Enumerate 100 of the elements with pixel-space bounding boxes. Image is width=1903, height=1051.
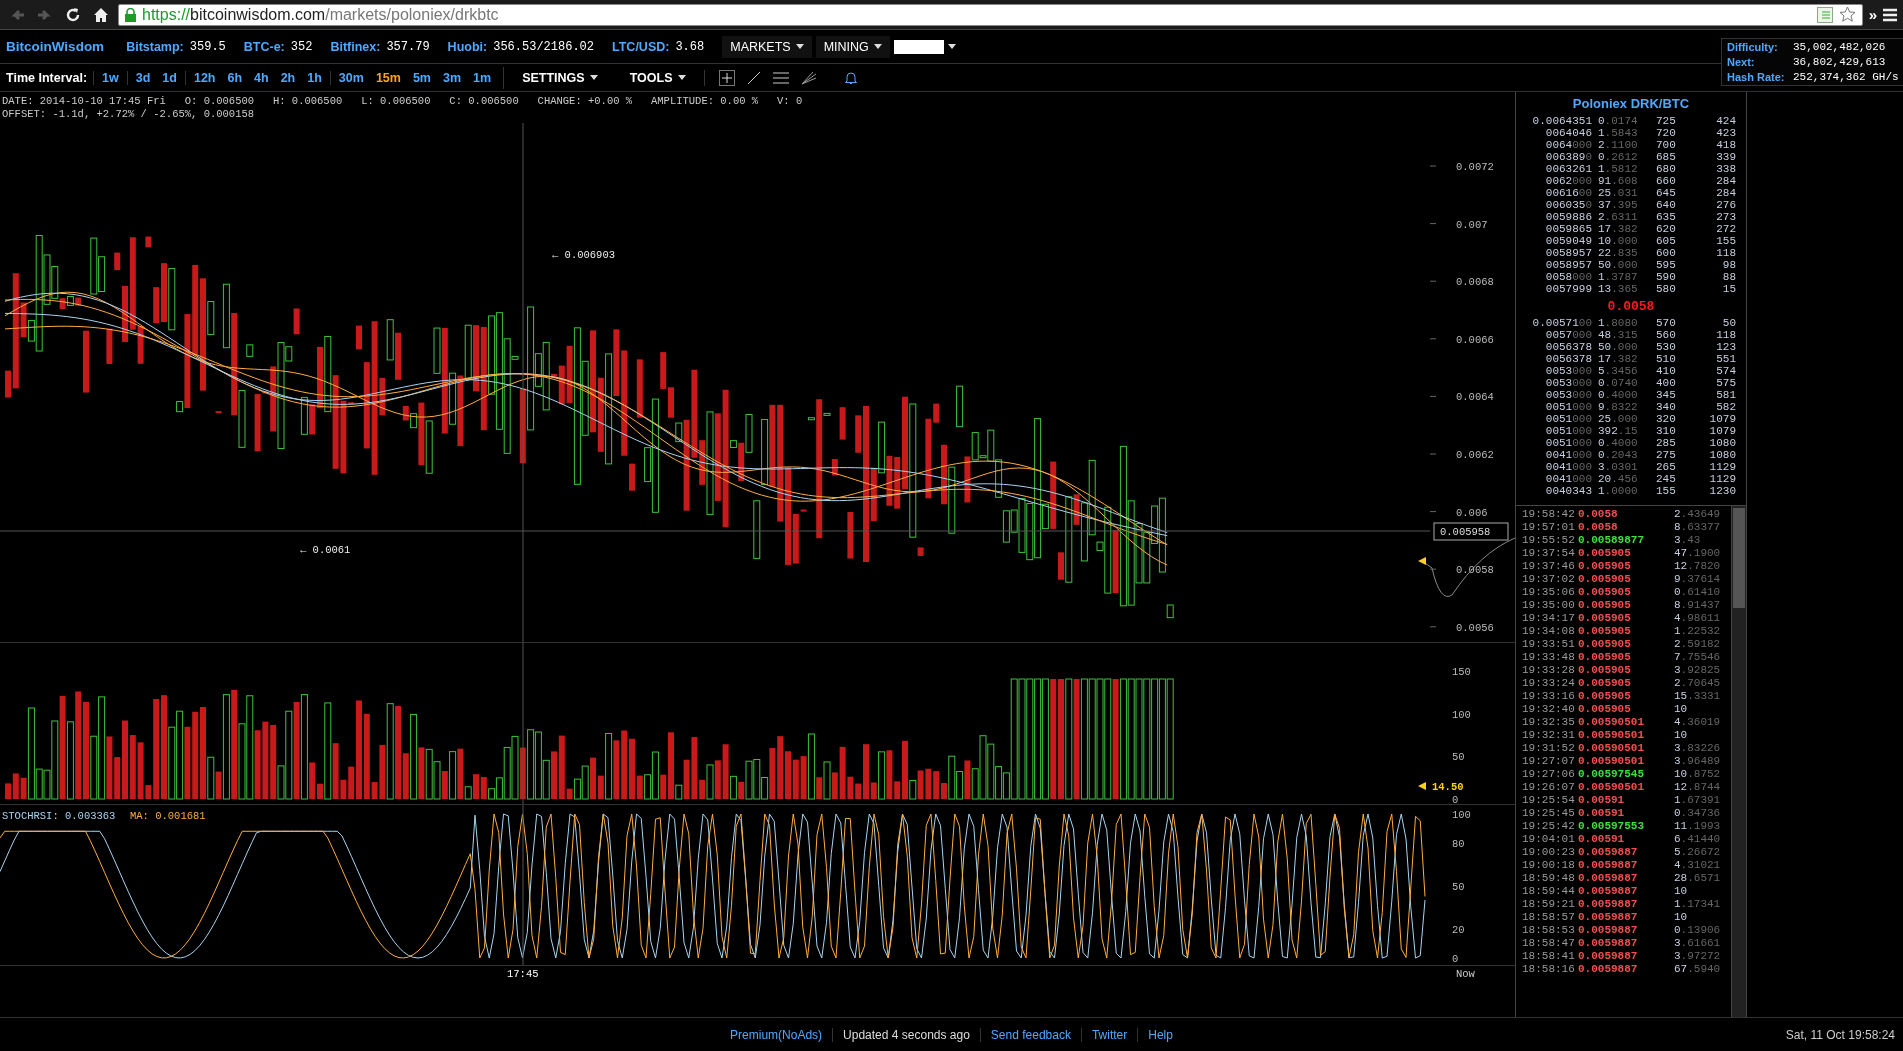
trade-amount: 47.1900 (1674, 547, 1722, 560)
interval-tab[interactable]: 30m (338, 70, 364, 85)
trade-time: 19:04:01 (1522, 833, 1574, 846)
line-tool-icon[interactable] (746, 70, 761, 85)
menu-icon[interactable] (1883, 7, 1897, 22)
toolbar-menu[interactable]: TOOLS (621, 66, 694, 89)
order-column-3: 580 (1656, 283, 1690, 295)
nav-menu[interactable]: MINING (815, 35, 890, 58)
site-logo[interactable]: BitcoinWisdom (6, 39, 105, 54)
axis-label: 0.0072 (1456, 161, 1494, 173)
trade-amount: 12.8744 (1674, 781, 1722, 794)
trade-price: 0.0059887 (1578, 885, 1639, 898)
order-price: 0057000 (1544, 329, 1592, 341)
trade-price: 0.005905 (1578, 547, 1632, 560)
order-amount: 1.8080 (1598, 317, 1639, 329)
order-column-3: 400 (1656, 377, 1690, 389)
interval-tab[interactable]: 1h (307, 70, 322, 85)
trade-price: 0.0058 (1578, 508, 1619, 521)
footer-link[interactable]: Send feedback (979, 1027, 1081, 1042)
interval-tab[interactable]: 6h (227, 70, 243, 85)
toolbar-menu[interactable]: SETTINGS (514, 66, 606, 89)
order-amount: 2.6311 (1598, 211, 1639, 223)
axis-label: 0.0062 (1456, 449, 1494, 461)
order-amount: 0.2612 (1598, 151, 1639, 163)
trade-time: 19:55:52 (1522, 534, 1574, 547)
interval-tab[interactable]: 2h (280, 70, 296, 85)
volume-marker-icon (1418, 782, 1426, 790)
order-column-3: 245 (1656, 473, 1690, 485)
fan-lines-icon[interactable] (800, 70, 817, 85)
update-status: Updated 4 seconds ago (832, 1027, 980, 1042)
trade-price: 0.005905 (1578, 690, 1632, 703)
trade-time: 19:33:51 (1522, 638, 1574, 651)
order-book-title: Poloniex DRK/BTC (1571, 95, 1691, 113)
order-price: 0051000 (1544, 425, 1592, 437)
trade-price: 0.005905 (1578, 573, 1632, 586)
axis-label: 0.0064 (1456, 391, 1494, 404)
order-column-4: 551 (1696, 353, 1736, 365)
order-price: 0051000 (1544, 401, 1592, 413)
blank-dropdown[interactable] (893, 39, 944, 54)
footer-link[interactable]: Twitter (1080, 1027, 1138, 1042)
order-column-3: 155 (1656, 485, 1690, 497)
reload-icon[interactable] (64, 5, 82, 24)
trade-price: 0.005905 (1578, 599, 1632, 612)
order-column-3: 510 (1656, 353, 1690, 365)
scrollbar[interactable] (1731, 506, 1746, 1018)
interval-tab[interactable]: 15m (375, 70, 401, 85)
order-column-4: 423 (1696, 127, 1736, 139)
order-amount: 3.0301 (1598, 461, 1639, 473)
interval-tab[interactable]: 3m (443, 70, 462, 85)
trade-price: 0.00590501 (1578, 729, 1645, 742)
trade-time: 19:32:35 (1522, 716, 1574, 729)
trade-time: 19:34:08 (1522, 625, 1574, 638)
interval-tab[interactable]: 5m (412, 70, 431, 85)
crosshair-tool-icon[interactable] (718, 69, 735, 86)
interval-tab[interactable]: 4h (254, 70, 269, 85)
ticker-value: 356.53/2186.02 (493, 39, 594, 54)
axis-label: 80 (1452, 837, 1465, 850)
trade-amount: 0.61410 (1674, 586, 1722, 599)
order-price: 0057999 (1544, 283, 1592, 295)
interval-tab[interactable]: 1m (473, 70, 492, 85)
interval-tab[interactable]: 3d (135, 70, 151, 85)
address-bar[interactable]: https://bitcoinwisdom.com/markets/poloniex/drkbtc (118, 3, 1863, 26)
bell-icon[interactable] (844, 70, 857, 85)
trade-time: 18:59:48 (1522, 872, 1574, 885)
trade-time: 19:00:23 (1522, 846, 1574, 859)
stat-label: Hash Rate: (1727, 71, 1786, 83)
trade-amount: 9.37614 (1674, 573, 1722, 586)
footer-link[interactable]: Help (1137, 1027, 1183, 1042)
order-amount: 5.3456 (1598, 365, 1639, 377)
trade-amount: 67.5940 (1674, 963, 1722, 976)
order-price: 0053000 (1544, 365, 1592, 377)
nav-menu[interactable]: MARKETS (722, 35, 812, 58)
order-price: 0059049 (1544, 235, 1592, 247)
interval-tab[interactable]: 1w (102, 70, 119, 85)
order-column-3: 600 (1656, 247, 1690, 259)
interval-tab[interactable]: 12h (193, 70, 216, 85)
trade-price: 0.005905 (1578, 703, 1632, 716)
trade-price: 0.005905 (1578, 664, 1632, 677)
trade-amount: 10 (1674, 729, 1689, 742)
order-price: 0059886 (1544, 211, 1592, 223)
horizontal-lines-icon[interactable] (772, 71, 789, 84)
page-action-icon[interactable] (1816, 6, 1833, 23)
overflow-chevron[interactable]: » (1868, 6, 1877, 23)
home-icon[interactable] (92, 5, 110, 24)
trade-time: 19:25:54 (1522, 794, 1574, 807)
order-column-4: 98 (1696, 259, 1736, 271)
footer-link[interactable]: Premium(NoAds) (720, 1027, 833, 1042)
order-price: 0051000 (1544, 437, 1592, 449)
trade-price: 0.00591 (1578, 794, 1626, 807)
trade-price: 0.0059887 (1578, 963, 1639, 976)
order-price: 0041000 (1544, 449, 1592, 461)
trade-amount: 4.31021 (1674, 859, 1722, 872)
trade-price: 0.0059887 (1578, 924, 1639, 937)
trade-time: 19:26:07 (1522, 781, 1574, 794)
trade-time: 18:59:21 (1522, 898, 1574, 911)
trade-amount: 1.17341 (1674, 898, 1722, 911)
interval-tab[interactable]: 1d (162, 70, 177, 85)
star-icon[interactable] (1838, 6, 1856, 23)
candle-info-line: OFFSET: -1.1d, +2.72% / -2.65%, 0.000158 (2, 108, 256, 121)
order-column-3: 725 (1656, 115, 1690, 127)
